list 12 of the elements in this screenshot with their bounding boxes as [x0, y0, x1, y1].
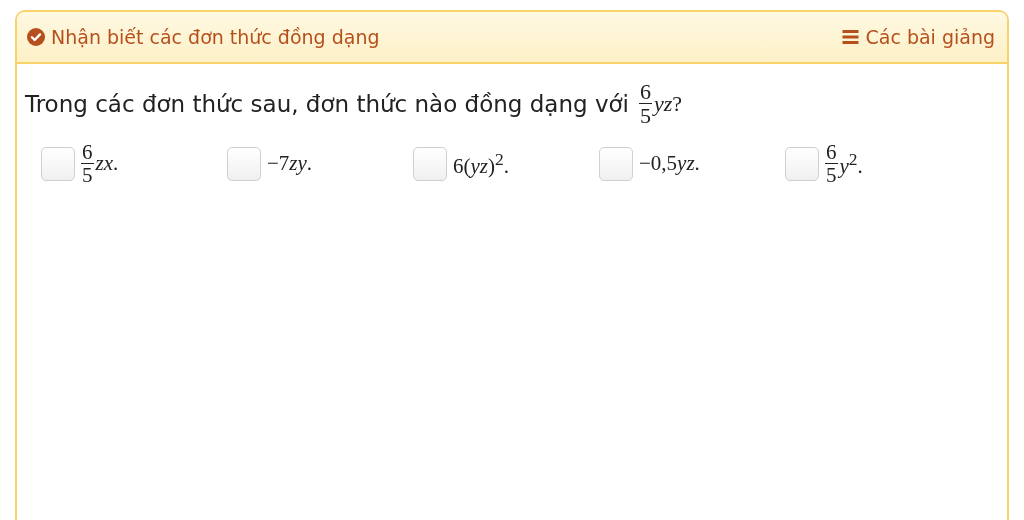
- answer-checkbox[interactable]: [413, 146, 447, 181]
- answer-expression: −0,5yz.: [639, 151, 700, 177]
- lessons-link[interactable]: Các bài giảng: [842, 26, 995, 48]
- answer-expression: 6(yz)$^{2}$.: [453, 148, 509, 179]
- menu-icon: [842, 30, 860, 44]
- answer-checkbox[interactable]: [227, 146, 261, 181]
- check-circle-icon: [27, 28, 45, 46]
- answer-checkbox[interactable]: [41, 146, 75, 181]
- answer-checkbox[interactable]: [599, 146, 633, 181]
- exercise-title: Nhận biết các đơn thức đồng dạng: [51, 26, 380, 48]
- answer-expression: −7zy.: [267, 151, 313, 177]
- answer-checkbox[interactable]: [785, 146, 819, 181]
